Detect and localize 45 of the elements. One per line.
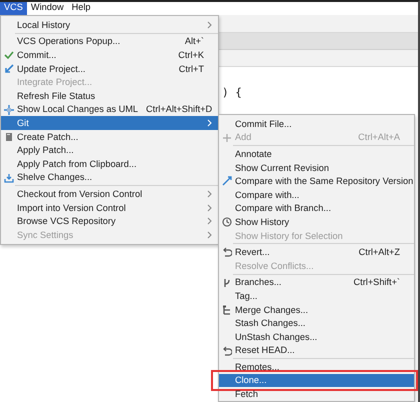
branch-icon	[222, 278, 232, 288]
menu-item[interactable]: Refresh File Status	[1, 88, 218, 103]
shelve-icon	[4, 172, 14, 183]
menu-item[interactable]: Local History	[1, 18, 218, 32]
menu-item[interactable]: Apply Patch...	[1, 143, 218, 157]
menu-title[interactable]: Window	[26, 0, 68, 15]
menu-item[interactable]: Commit... Ctrl+K	[1, 48, 218, 62]
menu-item[interactable]: Branches... Ctrl+Shift+`	[219, 276, 414, 290]
menu-item[interactable]: Annotate	[219, 147, 414, 161]
menu-item[interactable]: Revert... Ctrl+Alt+Z	[219, 245, 414, 259]
check-icon	[4, 50, 14, 60]
menu-item[interactable]: Reset HEAD...	[219, 344, 414, 358]
plus-icon	[222, 132, 232, 143]
menu-item[interactable]: Remotes...	[219, 360, 414, 374]
menu-item[interactable]: Git	[1, 116, 218, 130]
menu-item[interactable]: Compare with the Same Repository Version	[219, 174, 414, 188]
compare-icon	[222, 176, 232, 186]
document-icon	[4, 132, 14, 142]
code-text: ) {	[222, 86, 242, 99]
menu-item[interactable]: Merge Changes...	[219, 302, 414, 316]
arrow-icon	[4, 64, 14, 74]
menu-item[interactable]: Show History	[219, 215, 414, 229]
clock-icon	[222, 217, 232, 228]
menu-item[interactable]: Show Current Revision	[219, 160, 414, 174]
menu-item[interactable]: Update Project... Ctrl+T	[1, 62, 218, 76]
menu-item[interactable]: Shelve Changes...	[1, 170, 218, 184]
menu-item[interactable]: Commit File...	[219, 117, 414, 131]
menu-item[interactable]: Import into Version Control	[1, 200, 218, 214]
merge-icon	[222, 304, 232, 315]
menu-item[interactable]: Apply Patch from Clipboard...	[1, 156, 218, 171]
menu-item[interactable]: Compare with...	[219, 188, 414, 202]
undo-icon	[222, 346, 232, 356]
menu-item[interactable]: Create Patch...	[1, 130, 218, 144]
diagram-icon	[4, 104, 14, 115]
menu-item[interactable]: Fetch	[219, 387, 414, 401]
menu-title[interactable]: Help	[68, 0, 94, 15]
menu-item[interactable]: Show Local Changes as UML Ctrl+Alt+Shift+D	[1, 102, 218, 116]
menu-item[interactable]: Browse VCS Repository	[1, 214, 218, 228]
menu-item[interactable]: Checkout from Version Control	[1, 187, 218, 201]
menu-item[interactable]: Tag...	[219, 289, 414, 303]
menu-item[interactable]: UnStash Changes...	[219, 330, 414, 344]
menu-item[interactable]: Stash Changes...	[219, 316, 414, 330]
undo-icon	[222, 247, 232, 258]
menu-item[interactable]: Compare with Branch...	[219, 202, 414, 216]
menu-item[interactable]: VCS Operations Popup... Alt+`	[1, 34, 218, 48]
